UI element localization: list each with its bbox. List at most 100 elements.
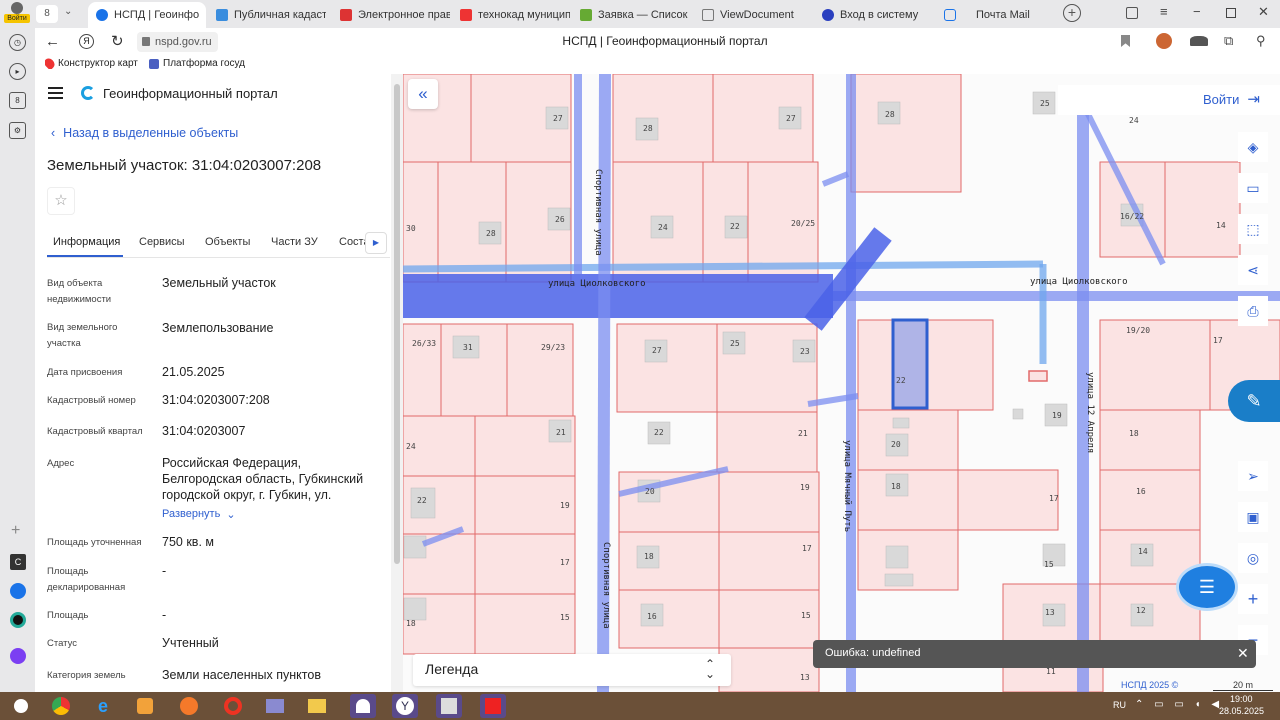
navigate-icon[interactable]: ➢ [1238, 461, 1268, 491]
app-blue-icon[interactable] [10, 583, 26, 599]
reload-icon[interactable]: ↻ [111, 32, 124, 50]
bookmark-icon[interactable] [1121, 35, 1130, 47]
parcel-number: 31 [463, 343, 473, 352]
expand-address-link[interactable]: Развернуть ⌄ [162, 508, 236, 521]
start-icon[interactable] [8, 694, 34, 718]
collections-icon[interactable] [1126, 7, 1138, 19]
sidebar-badge[interactable]: 8 [9, 92, 26, 109]
extension-avatar-icon[interactable] [1156, 33, 1172, 49]
pdf-reader-icon[interactable] [480, 694, 506, 718]
settings-icon[interactable]: ⚙ [9, 122, 26, 139]
print-icon[interactable]: ⎙ [1238, 296, 1268, 326]
bookmarks-bar: Конструктор карт Платформа госуд [35, 56, 1280, 74]
app-c-icon[interactable]: C [10, 554, 26, 570]
tab-nspd[interactable]: НСПД | Геоинфо ✕ [88, 2, 206, 28]
app-dark-icon[interactable] [10, 612, 26, 628]
close-icon[interactable]: ✕ [1237, 645, 1249, 662]
tab-objects[interactable]: Объекты [205, 236, 250, 248]
tab-mail[interactable]: Почта Mail [936, 3, 1054, 26]
back-arrow-icon[interactable]: ← [45, 33, 60, 50]
row-value-address: Российская Федерация, Белгородская облас… [162, 456, 364, 502]
tab-requests[interactable]: Заявка — Список за [572, 3, 690, 26]
minimize-icon[interactable]: − [1193, 4, 1201, 19]
gosuslugi-icon[interactable] [350, 694, 376, 718]
close-window-icon[interactable]: ✕ [1258, 4, 1269, 20]
collapse-panel-button[interactable]: « [408, 79, 438, 109]
tab-information[interactable]: Информация [53, 236, 120, 248]
ie-icon[interactable]: e [90, 694, 116, 718]
tab-egov[interactable]: Электронное прави [332, 3, 450, 26]
cadastral-map-svg[interactable] [403, 74, 1280, 692]
tab-services[interactable]: Сервисы [139, 236, 185, 248]
profile-icon [11, 2, 23, 14]
url-field[interactable]: nspd.gov.ru [137, 32, 218, 52]
maximize-icon[interactable] [1226, 8, 1236, 18]
bookmark-constructor[interactable]: Конструктор карт [45, 58, 145, 69]
road-branch-5 [821, 171, 850, 187]
yandex-y-icon[interactable]: Я [79, 34, 94, 49]
chrome-icon[interactable] [48, 694, 74, 718]
legend-label: Легенда [425, 661, 479, 677]
explorer-icon[interactable] [304, 694, 330, 718]
zoom-in-button[interactable]: + [1238, 584, 1268, 614]
share-icon[interactable]: ⧉ [1224, 33, 1233, 49]
play-icon[interactable]: ▸ [9, 63, 26, 80]
error-toast: Ошибка: undefined ✕ [813, 640, 1256, 668]
parcel-number: 17 [1049, 494, 1059, 503]
select-area-icon[interactable]: ⬚ [1238, 214, 1268, 244]
tab-group-badge[interactable]: 8 [36, 5, 58, 23]
opera-icon[interactable] [220, 694, 246, 718]
chat-bubble-button[interactable]: ☰ [1176, 563, 1238, 611]
profile-button[interactable]: Войти [4, 2, 30, 26]
back-link[interactable]: ‹ Назад в выделенные объекты [51, 126, 238, 140]
parcel-number: 14 [1216, 221, 1226, 230]
new-tab-button[interactable]: + [1063, 4, 1081, 22]
bookmark-platform[interactable]: Платформа госуд [149, 58, 249, 69]
map-login-button[interactable]: Войти ⇥ [1203, 90, 1260, 108]
parcel-number: 15 [560, 613, 570, 622]
parcel [1099, 319, 1211, 411]
favorite-star-button[interactable]: ☆ [47, 187, 75, 215]
tabs-scroll-right-button[interactable]: ▶ [365, 232, 387, 254]
panel-scrollbar-thumb[interactable] [394, 84, 400, 564]
close-icon[interactable]: ✕ [205, 9, 206, 22]
layers-icon[interactable]: ◈ [1238, 132, 1268, 162]
tab-composition[interactable]: Соста [339, 236, 367, 248]
archive-icon[interactable] [262, 694, 288, 718]
puzzle-icon[interactable]: ⚲ [1256, 33, 1266, 49]
yandex-browser-icon[interactable]: Y [392, 694, 418, 718]
legend-bar[interactable]: Легенда ⌃ ⌄ [413, 654, 731, 686]
clock-time[interactable]: 19:00 [1230, 694, 1253, 704]
locate-icon[interactable]: ◎ [1238, 543, 1268, 573]
alice-icon[interactable] [10, 648, 26, 664]
history-icon[interactable]: ◷ [9, 34, 26, 51]
parcel-number: 16 [1136, 487, 1146, 496]
tray-icons[interactable]: ⌃ ▭ ▭ ◖ ◀ [1135, 699, 1223, 710]
ruler-icon[interactable]: ▭ [1238, 173, 1268, 203]
document-favicon-icon [702, 8, 714, 21]
minimap-icon[interactable]: ▣ [1238, 502, 1268, 532]
tab-parts[interactable]: Части ЗУ [271, 236, 318, 248]
keyboard-language[interactable]: RU [1113, 700, 1126, 710]
tab-login[interactable]: Вход в систему [814, 3, 932, 26]
map-view[interactable]: 27 28 27 28 25 24 30 28 26 24 22 20/25 1… [403, 74, 1280, 692]
clock-date[interactable]: 28.05.2025 [1219, 706, 1264, 716]
tab-public-cadastre[interactable]: Публичная кадастр [208, 3, 326, 26]
parcel-number: 19 [1052, 411, 1062, 420]
add-icon[interactable]: + [11, 522, 20, 540]
login-icon: ⇥ [1247, 91, 1260, 108]
street-label: улица Циолковского [548, 279, 646, 289]
chat-side-button[interactable]: ✎ [1228, 380, 1280, 422]
hamburger-menu-icon[interactable] [48, 87, 63, 99]
tab-viewdocument[interactable]: ViewDocument [694, 3, 812, 26]
app-character-icon[interactable] [436, 694, 462, 718]
parcel-number: 22 [896, 376, 906, 385]
browser-tab-bar: Войти 8 ⌄ НСПД | Геоинфо ✕ Публичная кад… [0, 0, 1280, 28]
extension-hat-icon[interactable] [1190, 36, 1208, 46]
media-player-icon[interactable] [132, 694, 158, 718]
tab-technocad[interactable]: технокад муниципа [452, 3, 570, 26]
firefox-icon[interactable] [176, 694, 202, 718]
menu-icon[interactable]: ≡ [1160, 4, 1168, 19]
chevron-down-icon[interactable]: ⌄ [64, 6, 72, 17]
share-icon[interactable]: ⋖ [1238, 255, 1268, 285]
